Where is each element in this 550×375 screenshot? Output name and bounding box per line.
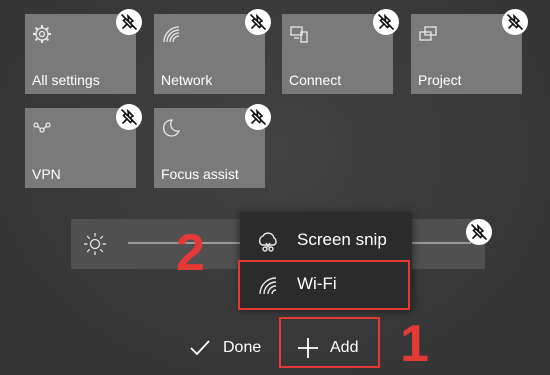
unpin-icon[interactable] <box>502 9 528 35</box>
screen-snip-icon <box>256 230 280 259</box>
done-label: Done <box>223 339 262 356</box>
tile-label: Focus assist <box>161 166 239 182</box>
vpn-icon <box>32 118 52 138</box>
project-icon <box>418 24 438 44</box>
tile-label: VPN <box>32 166 61 182</box>
brightness-icon <box>83 232 107 261</box>
quick-actions-panel: All settings Network Connect Project VPN… <box>0 0 550 375</box>
unpin-icon[interactable] <box>373 9 399 35</box>
unpin-icon[interactable] <box>116 9 142 35</box>
checkmark-icon <box>190 340 210 356</box>
menu-item-screen-snip[interactable]: Screen snip <box>240 218 412 262</box>
tile-label: Connect <box>289 72 342 88</box>
unpin-icon[interactable] <box>466 219 492 245</box>
add-button[interactable]: Add <box>296 336 366 362</box>
done-button[interactable]: Done <box>188 336 268 362</box>
unpin-icon[interactable] <box>116 104 142 130</box>
tile-label: Project <box>418 72 462 88</box>
unpin-icon[interactable] <box>245 104 271 130</box>
tile-label: Network <box>161 72 213 88</box>
unpin-icon[interactable] <box>245 9 271 35</box>
plus-icon <box>298 338 318 358</box>
gear-icon <box>32 24 52 44</box>
connect-icon <box>289 24 309 44</box>
step-2-label: 2 <box>176 224 205 282</box>
wifi-highlight-box <box>238 260 410 310</box>
tile-label: All settings <box>32 72 100 88</box>
add-label: Add <box>330 339 359 356</box>
menu-item-label: Screen snip <box>297 230 387 249</box>
network-icon <box>161 24 181 44</box>
moon-icon <box>161 118 181 138</box>
step-1-label: 1 <box>400 315 429 373</box>
